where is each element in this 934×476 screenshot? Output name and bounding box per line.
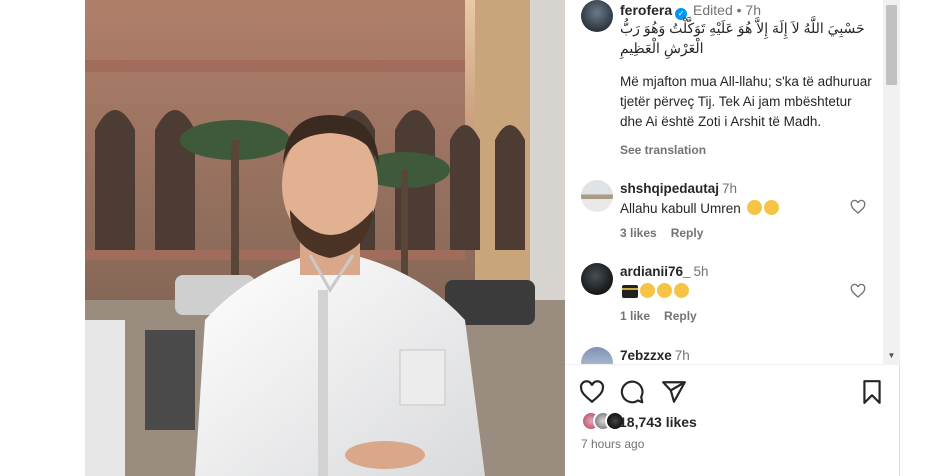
comment-avatar[interactable] xyxy=(581,180,613,212)
comment-username[interactable]: 7ebzzxe 7h xyxy=(620,348,690,363)
comment-likes[interactable]: 1 like xyxy=(620,309,650,323)
comment-icon[interactable] xyxy=(619,379,645,405)
post-time[interactable]: 7h xyxy=(745,2,761,18)
share-icon[interactable] xyxy=(661,379,687,405)
scrollbar-thumb[interactable] xyxy=(886,5,897,85)
hands-icon xyxy=(746,200,762,215)
comment-text xyxy=(620,283,689,299)
hands-icon xyxy=(640,283,655,298)
raised-hands-icon xyxy=(674,283,689,298)
comment-time: 5h xyxy=(693,264,709,279)
edited-label: Edited xyxy=(693,2,733,18)
photo-illustration xyxy=(85,0,565,476)
likes-count[interactable]: 18,743 likes xyxy=(619,414,697,430)
scrollbar[interactable]: ▲ ▼ xyxy=(883,0,900,364)
scroll-down-arrow-icon[interactable]: ▼ xyxy=(883,347,900,364)
reply-button[interactable]: Reply xyxy=(671,226,704,240)
comment-like-heart-icon[interactable] xyxy=(850,199,866,215)
see-translation-link[interactable]: See translation xyxy=(620,143,706,157)
comment-username[interactable]: shshqipedautaj 7h xyxy=(620,181,737,196)
comment-avatar[interactable] xyxy=(581,347,613,364)
comment-time: 7h xyxy=(674,348,690,363)
comment-text: Allahu kabull Umren xyxy=(620,200,779,216)
comment-likes[interactable]: 3 likes xyxy=(620,226,657,240)
post-age[interactable]: 7 hours ago xyxy=(581,437,644,451)
bookmark-icon[interactable] xyxy=(859,379,885,405)
author-avatar[interactable] xyxy=(581,0,613,32)
comment-meta: 3 likes Reply xyxy=(620,226,703,240)
post-actions-bar: 18,743 likes 7 hours ago xyxy=(565,364,900,476)
separator-dot: • xyxy=(736,2,742,18)
hands-icon xyxy=(763,200,779,215)
comment-avatar[interactable] xyxy=(581,263,613,295)
kaaba-icon xyxy=(622,285,638,298)
caption-arabic: حَسْبِيَ اللَّهُ لاَ إِلَهَ إِلاَّ هُوَ … xyxy=(620,20,865,56)
caption-text: Më mjafton mua All-llahu; s'ka të adhuru… xyxy=(620,74,872,129)
author-username[interactable]: ferofera xyxy=(620,2,672,18)
comment-time: 7h xyxy=(722,181,738,196)
post-photo[interactable] xyxy=(85,0,565,476)
reply-button[interactable]: Reply xyxy=(664,309,697,323)
post-details-panel: ferofera ✓ Edited • 7h حَسْبِيَ اللَّهُ ل… xyxy=(565,0,900,476)
heart-icon[interactable] xyxy=(579,379,605,405)
comment-like-heart-icon[interactable] xyxy=(850,283,866,299)
comment-meta: 1 like Reply xyxy=(620,309,697,323)
comments-scroll-area[interactable]: ferofera ✓ Edited • 7h حَسْبِيَ اللَّهُ ل… xyxy=(565,0,883,364)
instagram-post-view: ferofera ✓ Edited • 7h حَسْبِيَ اللَّهُ ل… xyxy=(0,0,934,476)
comment-username[interactable]: ardianii76_ 5h xyxy=(620,264,709,279)
raised-hands-icon xyxy=(657,283,672,298)
